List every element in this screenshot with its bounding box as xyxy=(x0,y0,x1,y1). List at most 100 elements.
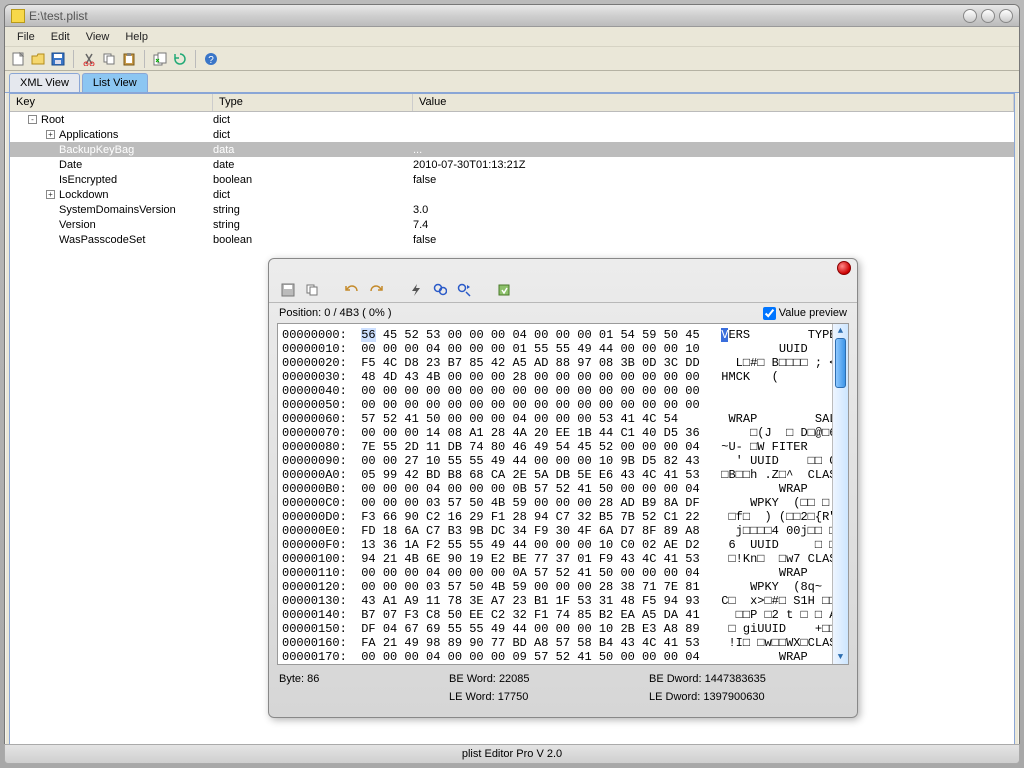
hex-close-button[interactable] xyxy=(837,261,851,275)
le-dword-value: 1397900630 xyxy=(703,691,764,703)
tree-value-label: 7.4 xyxy=(413,219,1014,231)
tree-row[interactable]: + Applications dict xyxy=(10,127,1014,142)
minimize-button[interactable] xyxy=(963,9,977,23)
tree-type-label: data xyxy=(213,144,413,156)
tree-row[interactable]: IsEncrypted booleanfalse xyxy=(10,172,1014,187)
column-value[interactable]: Value xyxy=(413,94,1014,111)
tree-expander[interactable]: + xyxy=(46,130,55,139)
hex-toolbar xyxy=(269,277,857,303)
view-tabs: XML View List View xyxy=(5,71,1019,93)
hex-copy-icon[interactable] xyxy=(303,281,321,299)
tree-type-label: string xyxy=(213,219,413,231)
hex-footer: Byte: 86 BE Word: 22085 BE Dword: 144738… xyxy=(279,673,847,709)
refresh-icon[interactable] xyxy=(171,50,189,68)
column-key[interactable]: Key xyxy=(10,94,213,111)
menu-file[interactable]: File xyxy=(9,29,43,45)
menu-help[interactable]: Help xyxy=(117,29,156,45)
be-word-label: BE Word: xyxy=(449,673,496,685)
tab-list-view[interactable]: List View xyxy=(82,73,148,92)
hex-viewer-window: Position: 0 / 4B3 ( 0% ) Value preview 0… xyxy=(268,258,858,718)
main-toolbar: ? xyxy=(5,47,1019,71)
tab-xml-view[interactable]: XML View xyxy=(9,73,80,92)
le-dword-label: LE Dword: xyxy=(649,691,700,703)
hex-save-icon[interactable] xyxy=(279,281,297,299)
tree-row[interactable]: Version string7.4 xyxy=(10,217,1014,232)
hex-status-line: Position: 0 / 4B3 ( 0% ) Value preview xyxy=(269,303,857,323)
tree-key-label: Version xyxy=(59,219,96,231)
menu-edit[interactable]: Edit xyxy=(43,29,78,45)
tree-value-label: 3.0 xyxy=(413,204,1014,216)
save-icon[interactable] xyxy=(49,50,67,68)
hex-title-bar xyxy=(269,259,857,277)
tree-type-label: dict xyxy=(213,129,413,141)
convert-icon[interactable] xyxy=(151,50,169,68)
hex-scrollbar[interactable]: ▲ ▼ xyxy=(832,324,848,664)
tree-row[interactable]: BackupKeyBag data... xyxy=(10,142,1014,157)
position-label: Position: xyxy=(279,307,321,319)
tree-key-label: Lockdown xyxy=(59,189,109,201)
tree-type-label: boolean xyxy=(213,234,413,246)
status-text: plist Editor Pro V 2.0 xyxy=(462,748,562,760)
hex-find-icon[interactable] xyxy=(431,281,449,299)
scroll-down-icon[interactable]: ▼ xyxy=(833,650,848,664)
tree-row[interactable]: SystemDomainsVersion string3.0 xyxy=(10,202,1014,217)
tree-body: -Root dict + Applications dict BackupKeyBag da… xyxy=(10,112,1014,247)
tree-type-label: string xyxy=(213,204,413,216)
hex-bolt-icon[interactable] xyxy=(407,281,425,299)
tree-type-label: dict xyxy=(213,114,413,126)
tree-value-label: 2010-07-30T01:13:21Z xyxy=(413,159,1014,171)
status-bar: plist Editor Pro V 2.0 xyxy=(4,744,1020,764)
hex-find-next-icon[interactable] xyxy=(455,281,473,299)
le-word-label: LE Word: xyxy=(449,691,495,703)
menu-bar: File Edit View Help xyxy=(5,27,1019,47)
tree-expander[interactable]: + xyxy=(46,190,55,199)
hex-content[interactable]: 00000000: 56 45 52 53 00 00 00 04 00 00 … xyxy=(278,324,832,664)
tree-key-label: Date xyxy=(59,159,82,171)
be-dword-label: BE Dword: xyxy=(649,673,702,685)
close-button[interactable] xyxy=(999,9,1013,23)
be-word-value: 22085 xyxy=(499,673,530,685)
tree-type-label: boolean xyxy=(213,174,413,186)
column-type[interactable]: Type xyxy=(213,94,413,111)
scroll-thumb[interactable] xyxy=(835,338,846,388)
help-icon[interactable]: ? xyxy=(202,50,220,68)
tree-expander[interactable]: - xyxy=(28,115,37,124)
tree-type-label: date xyxy=(213,159,413,171)
tree-type-label: dict xyxy=(213,189,413,201)
title-bar: E:\test.plist xyxy=(5,5,1019,27)
hex-redo-icon[interactable] xyxy=(367,281,385,299)
tree-value-label: ... xyxy=(413,144,1014,156)
new-file-icon[interactable] xyxy=(9,50,27,68)
tree-key-label: Applications xyxy=(59,129,118,141)
tree-key-label: IsEncrypted xyxy=(59,174,117,186)
hex-export-icon[interactable] xyxy=(495,281,513,299)
maximize-button[interactable] xyxy=(981,9,995,23)
tree-key-label: WasPasscodeSet xyxy=(59,234,145,246)
list-header: Key Type Value xyxy=(10,94,1014,112)
paste-icon[interactable] xyxy=(120,50,138,68)
tree-row[interactable]: Date date2010-07-30T01:13:21Z xyxy=(10,157,1014,172)
position-value: 0 / 4B3 ( 0% ) xyxy=(324,307,391,319)
cut-icon[interactable] xyxy=(80,50,98,68)
tree-value-label: false xyxy=(413,234,1014,246)
tree-row[interactable]: -Root dict xyxy=(10,112,1014,127)
value-preview-checkbox[interactable]: Value preview xyxy=(763,307,847,320)
copy-icon[interactable] xyxy=(100,50,118,68)
menu-view[interactable]: View xyxy=(78,29,118,45)
le-word-value: 17750 xyxy=(498,691,529,703)
tree-key-label: Root xyxy=(41,114,64,126)
tree-row[interactable]: + Lockdown dict xyxy=(10,187,1014,202)
hex-body[interactable]: 00000000: 56 45 52 53 00 00 00 04 00 00 … xyxy=(277,323,849,665)
open-file-icon[interactable] xyxy=(29,50,47,68)
scroll-up-icon[interactable]: ▲ xyxy=(833,324,848,338)
hex-undo-icon[interactable] xyxy=(343,281,361,299)
tree-value-label: false xyxy=(413,174,1014,186)
window-title: E:\test.plist xyxy=(29,9,88,23)
tree-key-label: SystemDomainsVersion xyxy=(59,204,176,216)
tree-row[interactable]: WasPasscodeSet booleanfalse xyxy=(10,232,1014,247)
tree-key-label: BackupKeyBag xyxy=(59,144,134,156)
be-dword-value: 1447383635 xyxy=(705,673,766,685)
byte-label: Byte: xyxy=(279,673,304,685)
value-preview-input[interactable] xyxy=(763,307,776,320)
svg-text:?: ? xyxy=(208,55,214,66)
